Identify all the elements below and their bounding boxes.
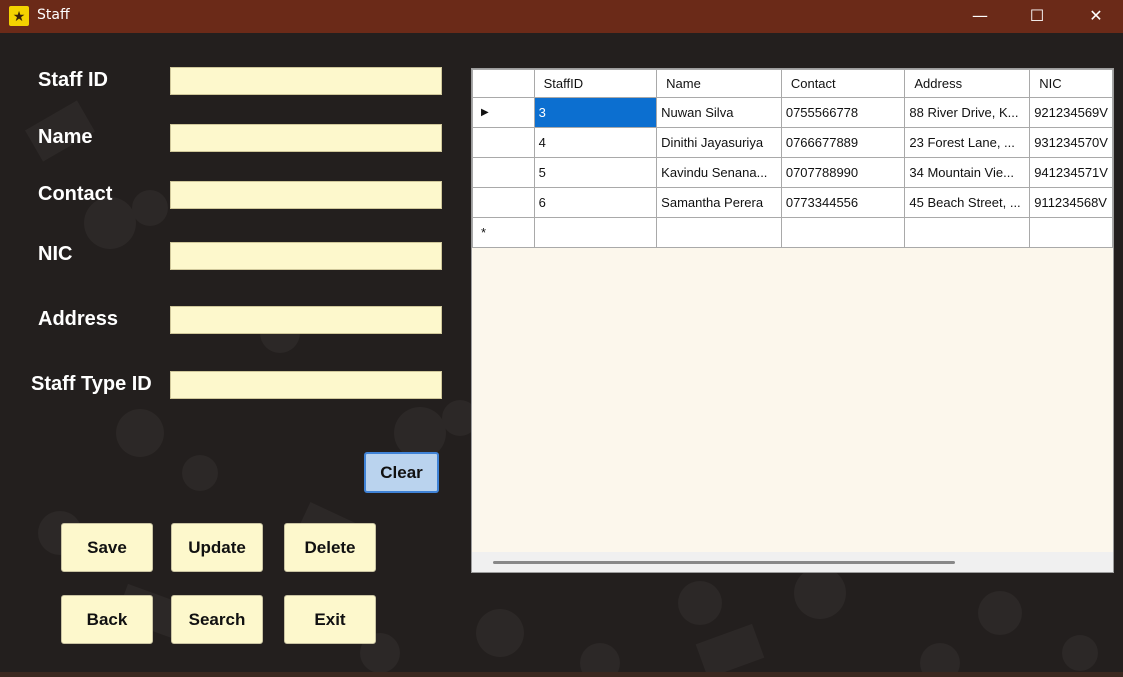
scrollbar-thumb[interactable] bbox=[493, 561, 955, 564]
window-title: Staff bbox=[37, 7, 70, 23]
cell-name[interactable]: Dinithi Jayasuriya bbox=[656, 127, 782, 158]
cell-staffid[interactable]: 6 bbox=[533, 187, 658, 218]
row-header[interactable] bbox=[472, 157, 535, 188]
cell-name[interactable]: Kavindu Senana... bbox=[656, 157, 782, 188]
cell-staffid[interactable]: 5 bbox=[533, 157, 658, 188]
table-row[interactable]: 5 Kavindu Senana... 0707788990 34 Mounta… bbox=[472, 157, 1113, 188]
column-header-name[interactable]: Name bbox=[656, 69, 782, 98]
column-header-address[interactable]: Address bbox=[904, 69, 1031, 98]
row-header[interactable] bbox=[472, 127, 535, 158]
update-button[interactable]: Update bbox=[171, 523, 263, 572]
table-row[interactable]: 4 Dinithi Jayasuriya 0766677889 23 Fores… bbox=[472, 127, 1113, 158]
column-header-contact[interactable]: Contact bbox=[780, 69, 906, 98]
address-label: Address bbox=[38, 308, 119, 330]
address-input[interactable] bbox=[170, 306, 442, 334]
staff-id-input[interactable] bbox=[170, 67, 442, 95]
cell-staffid[interactable]: 4 bbox=[533, 127, 658, 158]
name-label: Name bbox=[38, 126, 93, 148]
table-row[interactable]: ▶ 3 Nuwan Silva 0755566778 88 River Driv… bbox=[472, 97, 1113, 128]
new-cell-nic[interactable] bbox=[1029, 217, 1113, 248]
window-bottom-border bbox=[0, 672, 1123, 677]
back-button[interactable]: Back bbox=[61, 595, 153, 644]
column-header-nic[interactable]: NIC bbox=[1029, 69, 1113, 98]
title-bar: ★ Staff — ☐ ✕ bbox=[0, 0, 1123, 33]
contact-input[interactable] bbox=[170, 181, 442, 209]
horizontal-scrollbar[interactable] bbox=[472, 552, 1113, 572]
new-row[interactable]: * bbox=[472, 217, 1113, 248]
column-header-staffid[interactable]: StaffID bbox=[533, 69, 658, 98]
current-row-marker-icon[interactable]: ▶ bbox=[472, 97, 535, 128]
cell-address[interactable]: 23 Forest Lane, ... bbox=[904, 127, 1031, 158]
cell-contact[interactable]: 0766677889 bbox=[780, 127, 906, 158]
cell-contact[interactable]: 0755566778 bbox=[780, 97, 906, 128]
exit-button[interactable]: Exit bbox=[284, 595, 376, 644]
close-button[interactable]: ✕ bbox=[1073, 0, 1119, 33]
cell-nic[interactable]: 911234568V bbox=[1029, 187, 1113, 218]
staff-type-id-label: Staff Type ID bbox=[31, 373, 152, 395]
staff-type-id-input[interactable] bbox=[170, 371, 442, 399]
cell-name[interactable]: Nuwan Silva bbox=[656, 97, 782, 128]
nic-input[interactable] bbox=[170, 242, 442, 270]
row-header-corner bbox=[472, 69, 535, 98]
new-cell-contact[interactable] bbox=[780, 217, 906, 248]
staff-table: StaffID Name Contact Address NIC ▶ 3 Nuw… bbox=[472, 69, 1113, 248]
cell-contact[interactable]: 0707788990 bbox=[780, 157, 906, 188]
contact-label: Contact bbox=[38, 183, 113, 205]
table-row[interactable]: 6 Samantha Perera 0773344556 45 Beach St… bbox=[472, 187, 1113, 218]
staff-data-grid[interactable]: StaffID Name Contact Address NIC ▶ 3 Nuw… bbox=[471, 68, 1114, 573]
cell-nic[interactable]: 941234571V bbox=[1029, 157, 1113, 188]
maximize-button[interactable]: ☐ bbox=[1014, 0, 1060, 33]
delete-button[interactable]: Delete bbox=[284, 523, 376, 572]
cell-address[interactable]: 45 Beach Street, ... bbox=[904, 187, 1031, 218]
cell-contact[interactable]: 0773344556 bbox=[780, 187, 906, 218]
film-reel-star-icon: ★ bbox=[9, 6, 29, 26]
new-cell-staffid[interactable] bbox=[533, 217, 658, 248]
name-input[interactable] bbox=[170, 124, 442, 152]
cell-address[interactable]: 88 River Drive, K... bbox=[904, 97, 1031, 128]
row-header[interactable] bbox=[472, 187, 535, 218]
grid-header-row: StaffID Name Contact Address NIC bbox=[472, 69, 1113, 98]
cell-nic[interactable]: 931234570V bbox=[1029, 127, 1113, 158]
search-button[interactable]: Search bbox=[171, 595, 263, 644]
cell-staffid[interactable]: 3 bbox=[533, 97, 658, 128]
minimize-button[interactable]: — bbox=[957, 0, 1003, 33]
cell-address[interactable]: 34 Mountain Vie... bbox=[904, 157, 1031, 188]
clear-button[interactable]: Clear bbox=[364, 452, 439, 493]
new-row-marker-icon[interactable]: * bbox=[472, 217, 535, 248]
cell-nic[interactable]: 921234569V bbox=[1029, 97, 1113, 128]
new-cell-address[interactable] bbox=[904, 217, 1031, 248]
cell-name[interactable]: Samantha Perera bbox=[656, 187, 782, 218]
nic-label: NIC bbox=[38, 243, 73, 265]
save-button[interactable]: Save bbox=[61, 523, 153, 572]
new-cell-name[interactable] bbox=[656, 217, 782, 248]
staff-id-label: Staff ID bbox=[38, 69, 108, 91]
